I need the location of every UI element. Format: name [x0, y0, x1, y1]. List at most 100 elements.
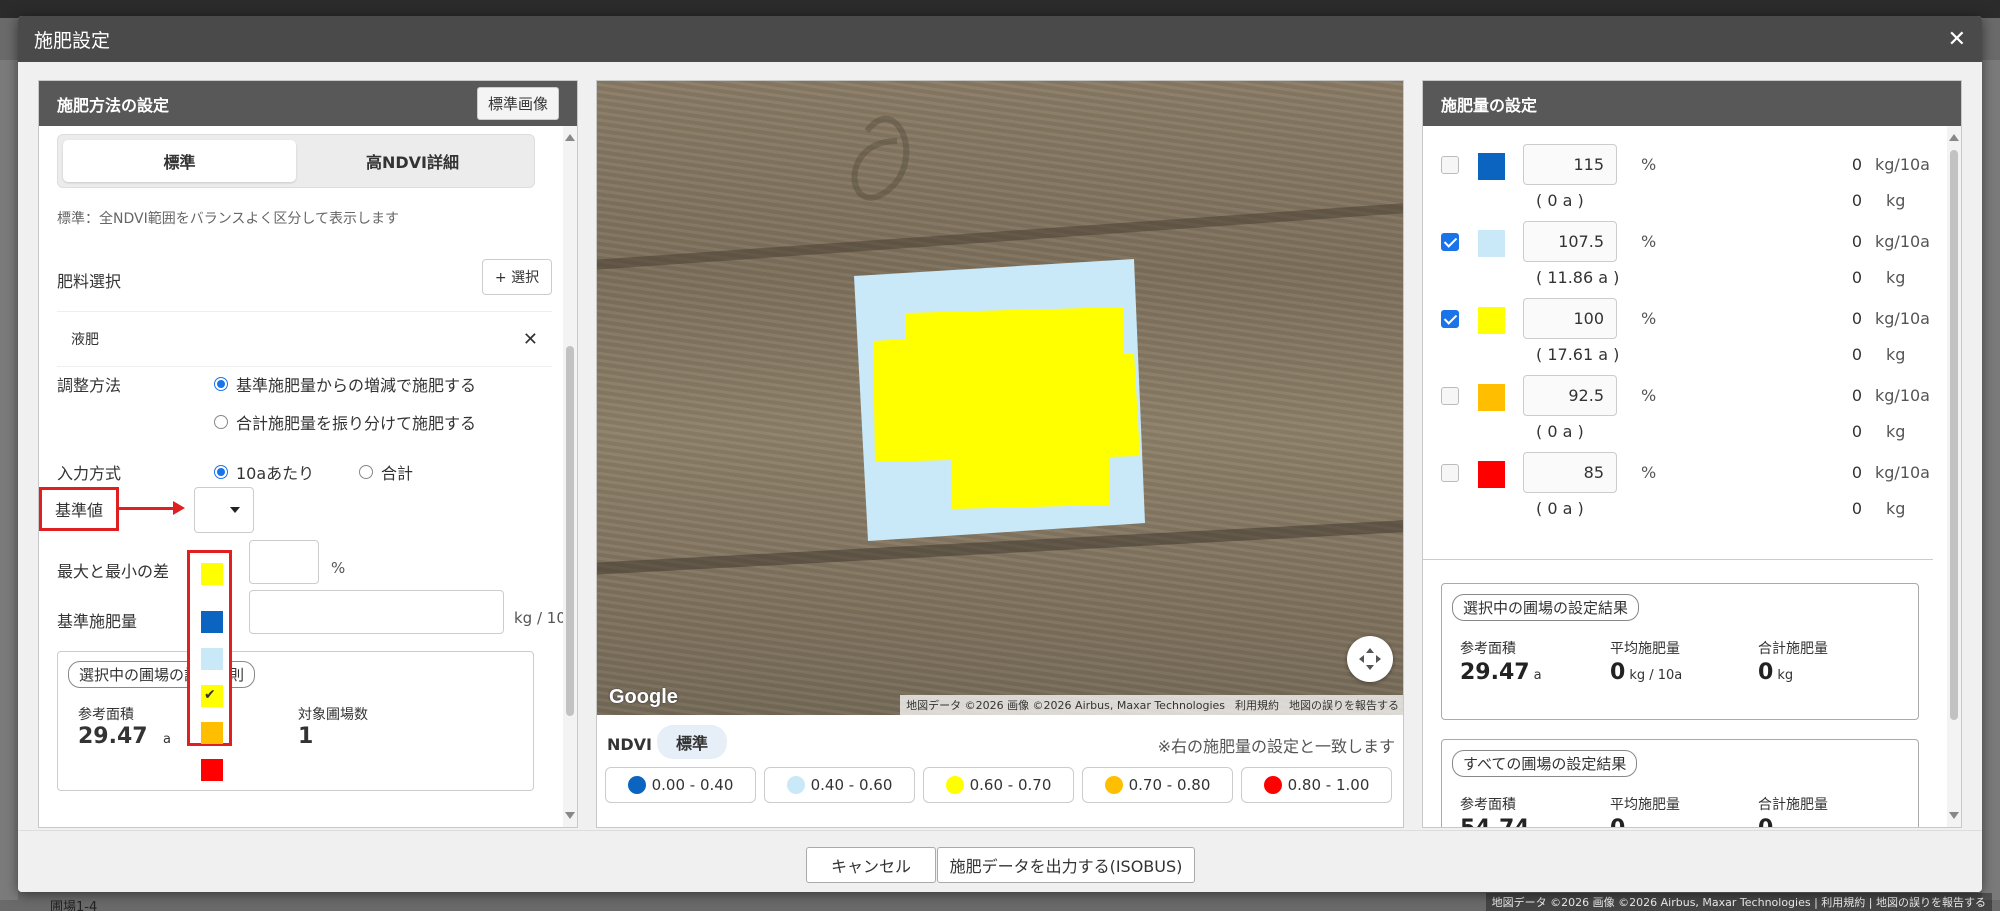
- selected-field-result-pill: 選択中の圃場の設定結果: [1452, 594, 1640, 621]
- amount-row: 85% ( 0 a ) 0 kg/10a 0 kg: [1423, 449, 1933, 526]
- color-option-swatch[interactable]: [201, 648, 223, 670]
- method-settings-title: 施肥方法の設定: [57, 95, 170, 115]
- row-rate-unit: kg/10a: [1875, 155, 1930, 174]
- reference-area-label: 参考面積: [78, 707, 134, 723]
- base-amount-label: 基準施肥量: [57, 612, 138, 631]
- ndvi-mode-pill: 標準: [657, 725, 727, 759]
- row-checkbox[interactable]: [1441, 233, 1459, 251]
- color-option-swatch[interactable]: [201, 759, 223, 781]
- scroll-down-icon[interactable]: [1949, 812, 1959, 819]
- base-value-label: 基準値: [54, 501, 103, 520]
- standard-image-button[interactable]: 標準画像: [476, 87, 559, 120]
- row-area: ( 0 a ): [1536, 499, 1584, 518]
- color-option-swatch[interactable]: [201, 611, 223, 633]
- input-option-label: 合計: [381, 464, 414, 483]
- result-area-value: 29.47 a: [1460, 660, 1542, 685]
- legend-range-label: 0.00 - 0.40: [651, 776, 734, 794]
- adjust-option-increase[interactable]: 基準施肥量からの増減で施肥する: [214, 372, 476, 396]
- row-percent-input[interactable]: 92.5: [1523, 375, 1617, 416]
- base-color-select[interactable]: [194, 487, 254, 533]
- selected-color-swatch[interactable]: [201, 563, 223, 585]
- satellite-map[interactable]: Google 地図データ ©2026 画像 ©2026 Airbus, Maxa…: [597, 81, 1404, 715]
- row-rate-unit: kg/10a: [1875, 386, 1930, 405]
- row-checkbox[interactable]: [1441, 464, 1459, 482]
- legend-item: 0.80 - 1.00: [1241, 767, 1392, 803]
- row-kg-value: 0: [1851, 345, 1862, 364]
- row-kg-unit: kg: [1886, 499, 1906, 518]
- radio-icon[interactable]: [214, 415, 228, 429]
- result-avg-unit: kg / 10a: [1629, 668, 1683, 683]
- ndvi-map-panel: Google 地図データ ©2026 画像 ©2026 Airbus, Maxa…: [596, 80, 1404, 828]
- input-option-total[interactable]: 合計: [359, 460, 413, 484]
- method-settings-panel: 施肥方法の設定 標準画像 標準 高NDVI詳細 標準：全NDVI範囲をバランスよ…: [38, 80, 578, 828]
- adjust-option-distribute[interactable]: 合計施肥量を振り分けて施肥する: [214, 410, 476, 434]
- ndvi-overlay[interactable]: [597, 81, 1404, 715]
- all-field-result-card: すべての圃場の設定結果 参考面積 平均施肥量 合計施肥量 54.74 0 0: [1441, 739, 1919, 827]
- row-percent-input[interactable]: 85: [1523, 452, 1617, 493]
- background-map-attribution: 地図データ ©2026 画像 ©2026 Airbus, Maxar Techn…: [1485, 893, 1992, 911]
- result-avg-value: 0 kg / 10a: [1610, 660, 1682, 685]
- scroll-down-icon[interactable]: [565, 812, 575, 819]
- left-scrollbar[interactable]: [563, 126, 577, 827]
- remove-icon[interactable]: ✕: [523, 329, 538, 350]
- amount-row: 92.5% ( 0 a ) 0 kg/10a 0 kg: [1423, 372, 1933, 449]
- scroll-up-icon[interactable]: [565, 134, 575, 141]
- row-rate-value: 0: [1851, 386, 1862, 405]
- radio-icon[interactable]: [214, 465, 228, 479]
- legend-item: 0.70 - 0.80: [1082, 767, 1233, 803]
- tab-high-ndvi-detail[interactable]: 高NDVI詳細: [296, 140, 529, 182]
- row-percent-unit: %: [1641, 232, 1657, 251]
- modal-header: 施肥設定 ✕: [18, 16, 1982, 62]
- result-avg-number: 0: [1610, 660, 1626, 685]
- all-area-label: 参考面積: [1460, 797, 1516, 813]
- row-percent-unit: %: [1641, 463, 1657, 482]
- row-percent-input[interactable]: 107.5: [1523, 221, 1617, 262]
- right-scrollbar[interactable]: [1947, 126, 1961, 827]
- radio-icon[interactable]: [359, 465, 373, 479]
- row-percent-input[interactable]: 115: [1523, 144, 1617, 185]
- fertilizer-settings-modal: 施肥設定 ✕ 施肥方法の設定 標準画像 標準 高NDVI詳細 標準：全NDVI範…: [18, 16, 1982, 892]
- scroll-thumb[interactable]: [566, 346, 574, 716]
- cancel-button[interactable]: キャンセル: [806, 847, 936, 883]
- input-option-per-10a[interactable]: 10aあたり: [214, 460, 314, 484]
- tab-standard[interactable]: 標準: [63, 140, 296, 182]
- row-area: ( 0 a ): [1536, 422, 1584, 441]
- row-checkbox[interactable]: [1441, 387, 1459, 405]
- terms-link[interactable]: 利用規約: [1235, 697, 1279, 713]
- row-checkbox[interactable]: [1441, 310, 1459, 328]
- legend-color-dot: [1263, 776, 1282, 794]
- scroll-thumb[interactable]: [1950, 150, 1958, 720]
- target-field-count-label: 対象圃場数: [298, 707, 368, 723]
- method-settings-body: 標準 高NDVI詳細 標準：全NDVI範囲をバランスよく区分して表示します 肥料…: [39, 126, 577, 827]
- selected-field-result-card: 選択中の圃場の設定結果 参考面積 平均施肥量 合計施肥量 29.47 a 0 kg …: [1441, 583, 1919, 720]
- row-kg-value: 0: [1851, 499, 1862, 518]
- ndvi-note: ※右の施肥量の設定と一致します: [1157, 737, 1395, 756]
- legend-range-label: 0.40 - 0.60: [810, 776, 893, 794]
- color-dropdown-list: ✔: [187, 550, 232, 781]
- target-field-count-value: 1: [298, 724, 314, 749]
- close-icon[interactable]: ✕: [1948, 27, 1966, 52]
- chevron-down-icon[interactable]: [230, 507, 240, 513]
- color-option-swatch[interactable]: [201, 722, 223, 744]
- fullscreen-icon[interactable]: [1347, 636, 1393, 682]
- radio-icon[interactable]: [214, 377, 228, 391]
- row-area: ( 17.61 a ): [1536, 345, 1620, 364]
- row-percent-unit: %: [1641, 309, 1657, 328]
- max-min-diff-input[interactable]: [249, 540, 319, 584]
- base-amount-input[interactable]: [249, 590, 504, 634]
- report-error-link[interactable]: 地図の誤りを報告する: [1289, 697, 1399, 713]
- row-percent-input[interactable]: 100: [1523, 298, 1617, 339]
- result-total-value: 0 kg: [1758, 660, 1793, 685]
- arrow-icon: [173, 501, 185, 515]
- scroll-up-icon[interactable]: [1949, 134, 1959, 141]
- fertilizer-name: 液肥: [71, 332, 99, 348]
- export-isobus-button[interactable]: 施肥データを出力する(ISOBUS): [937, 847, 1195, 883]
- selected-fertilizer: 液肥 ✕: [57, 311, 552, 367]
- fertilizer-select-button[interactable]: + 選択: [482, 259, 552, 295]
- amount-row: 100% ( 17.61 a ) 0 kg/10a 0 kg: [1423, 295, 1933, 372]
- map-data-credit: 地図データ ©2026 画像 ©2026 Airbus, Maxar Techn…: [906, 699, 1225, 712]
- legend-range-label: 0.80 - 1.00: [1287, 776, 1370, 794]
- row-percent-unit: %: [1641, 386, 1657, 405]
- row-percent-unit: %: [1641, 155, 1657, 174]
- row-checkbox[interactable]: [1441, 156, 1459, 174]
